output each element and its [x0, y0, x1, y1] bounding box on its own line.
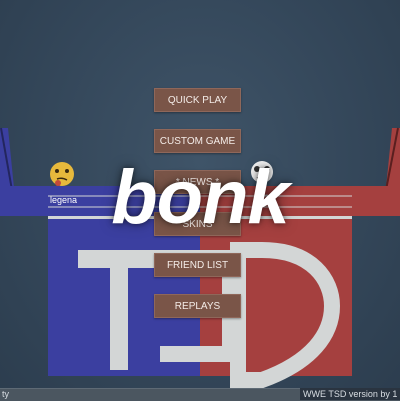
custom-game-button[interactable]: CUSTOM GAME [154, 129, 241, 153]
player-avatar-right [251, 161, 273, 183]
game-scene: legena ??? QUICK PLAY CUSTOM GAME * NEWS… [0, 0, 400, 401]
quick-play-button[interactable]: QUICK PLAY [154, 88, 241, 112]
player-name-left: legena [50, 195, 78, 205]
news-button[interactable]: * NEWS * [154, 170, 241, 194]
player-avatar-left [50, 162, 74, 186]
skins-button[interactable]: SKINS [154, 212, 241, 236]
footer-left-text: ty [2, 389, 10, 399]
version-label: WWE TSD version by 1 [300, 388, 400, 400]
player-name-right: ??? [254, 193, 270, 203]
friend-list-button[interactable]: FRIEND LIST [154, 253, 241, 277]
replays-button[interactable]: REPLAYS [154, 294, 241, 318]
letter-t-stem [110, 250, 128, 370]
